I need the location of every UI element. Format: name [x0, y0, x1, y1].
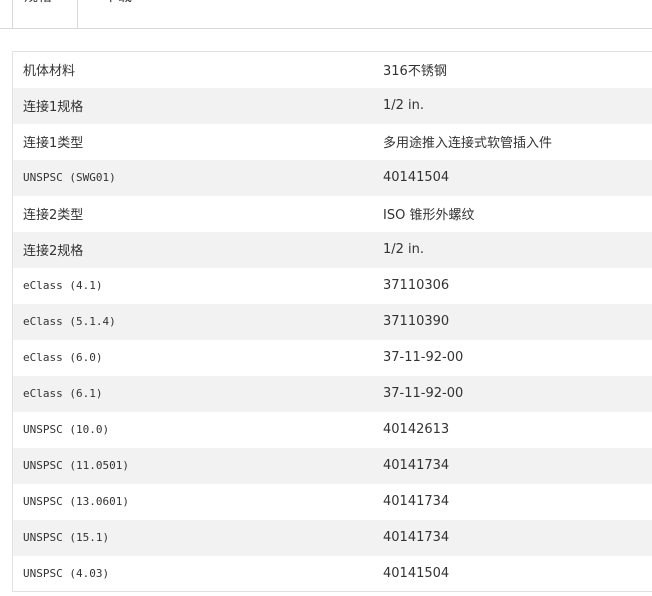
- table-row: 连接2规格 1/2 in.: [12, 231, 652, 268]
- spec-value: 37110390: [383, 314, 450, 329]
- table-row: 机体材料 316不锈钢: [13, 52, 652, 88]
- table-row: UNSPSC (11.0501) 40141734: [12, 447, 652, 484]
- spec-value: 40141504: [383, 170, 450, 185]
- tab-downloads[interactable]: 下载: [104, 0, 132, 28]
- table-row: eClass (6.1) 37-11-92-00: [12, 375, 652, 412]
- spec-key: eClass (4.1): [23, 279, 103, 292]
- spec-key: UNSPSC (15.1): [23, 531, 110, 544]
- spec-key: UNSPSC (SWG01): [23, 171, 116, 184]
- spec-value: 40142613: [383, 422, 450, 437]
- spec-value: 40141734: [383, 458, 450, 473]
- spec-key: 机体材料: [23, 64, 76, 80]
- spec-value: 40141504: [383, 565, 450, 581]
- spec-value: 多用途推入连接式软管插入件: [383, 136, 553, 151]
- table-row: 连接2类型 ISO 锥形外螺纹: [13, 196, 652, 232]
- table-row: UNSPSC (10.0) 40142613: [13, 412, 652, 448]
- spec-key: 连接1规格: [23, 100, 84, 115]
- spec-value: 37-11-92-00: [383, 350, 464, 365]
- table-row: eClass (6.0) 37-11-92-00: [13, 340, 652, 376]
- table-row: 连接1类型 多用途推入连接式软管插入件: [13, 124, 652, 160]
- table-row: 连接1规格 1/2 in.: [12, 87, 652, 124]
- table-row: eClass (5.1.4) 37110390: [12, 303, 652, 340]
- tab-bar: 规格 下载: [0, 0, 652, 29]
- spec-key: 连接2规格: [23, 244, 84, 259]
- specifications-table: 机体材料 316不锈钢 连接1规格 1/2 in. 连接1类型 多用途推入连接式…: [12, 51, 652, 592]
- table-row: eClass (4.1) 37110306: [13, 268, 652, 304]
- spec-key: eClass (5.1.4): [23, 315, 116, 328]
- spec-value: 37110306: [383, 278, 450, 293]
- spec-key: eClass (6.0): [23, 351, 103, 364]
- tab-specifications[interactable]: 规格: [12, 0, 78, 28]
- spec-key: UNSPSC (10.0): [23, 423, 110, 436]
- spec-key: eClass (6.1): [23, 387, 103, 400]
- table-row: UNSPSC (4.03) 40141504: [13, 556, 652, 592]
- spec-value: 316不锈钢: [383, 64, 447, 80]
- spec-value: 1/2 in.: [383, 98, 425, 113]
- spec-value: 1/2 in.: [383, 242, 425, 257]
- spec-key: UNSPSC (4.03): [23, 566, 110, 580]
- spec-key: 连接2类型: [23, 208, 84, 223]
- table-row: UNSPSC (13.0601) 40141734: [13, 484, 652, 520]
- spec-value: 37-11-92-00: [383, 386, 464, 401]
- table-row: UNSPSC (15.1) 40141734: [12, 519, 652, 556]
- spec-key: UNSPSC (11.0501): [23, 459, 129, 472]
- spec-key: 连接1类型: [23, 136, 84, 151]
- table-row: UNSPSC (SWG01) 40141504: [12, 159, 652, 196]
- spec-value: 40141734: [383, 530, 450, 545]
- spec-key: UNSPSC (13.0601): [23, 495, 129, 508]
- spec-value: 40141734: [383, 494, 450, 509]
- spec-value: ISO 锥形外螺纹: [383, 208, 475, 223]
